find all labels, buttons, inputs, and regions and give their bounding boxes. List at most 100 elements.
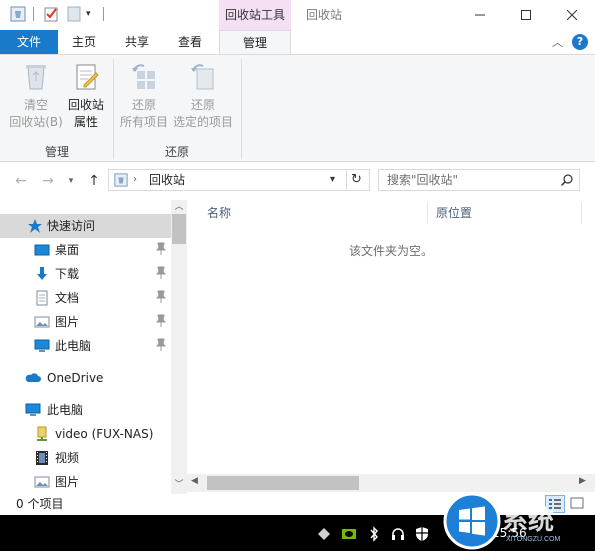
column-divider[interactable] (427, 202, 428, 224)
pictures-icon (34, 316, 50, 328)
collapse-ribbon-icon[interactable]: ︿ (552, 34, 563, 50)
nvidia-icon[interactable] (341, 526, 357, 542)
tab-home[interactable]: 主页 (64, 30, 104, 54)
headset-icon[interactable] (390, 526, 406, 542)
nav-pictures[interactable]: 图片 (0, 310, 171, 334)
restore-selected-label-1: 还原 (190, 98, 215, 112)
tray-diamond-icon[interactable] (316, 526, 332, 542)
column-header-name[interactable]: 名称 (207, 200, 231, 226)
properties-qa-icon[interactable] (43, 6, 59, 22)
restore-all-icon (132, 64, 155, 89)
properties-label-1: 回收站 (67, 98, 104, 112)
pin-icon[interactable] (155, 338, 167, 352)
help-icon[interactable]: ? (572, 34, 588, 50)
search-box[interactable] (378, 169, 580, 191)
ribbon-group-manage-label: 管理 (45, 145, 70, 159)
column-divider[interactable] (581, 202, 582, 224)
tab-share[interactable]: 共享 (117, 30, 157, 54)
column-header-original-location[interactable]: 原位置 (436, 200, 472, 226)
close-button[interactable] (549, 0, 595, 30)
document-icon (36, 290, 48, 306)
tab-manage[interactable]: 管理 (219, 30, 291, 54)
search-icon[interactable] (561, 174, 573, 186)
restore-selected-icon (191, 64, 214, 90)
scroll-right-arrow-icon[interactable]: ▶ (579, 476, 586, 486)
ribbon-tab-row: 文件 主页 共享 查看 管理 ︿ ? (0, 30, 595, 54)
computer-icon (25, 403, 41, 416)
maximize-button[interactable] (503, 0, 549, 30)
empty-recycle-bin-icon (26, 65, 46, 90)
scroll-down-arrow-icon[interactable]: ﹀ (171, 478, 187, 492)
maximize-icon (521, 10, 531, 20)
film-icon (36, 451, 48, 465)
nav-scroll-thumb[interactable] (172, 214, 186, 244)
taskbar: 15:56 系统 XITONGZU.COM (0, 492, 595, 551)
explorer-window: ▾ 回收站工具 回收站 文件 主页 共享 查看 管理 ︿ ? 清空 回收站(B)… (0, 0, 595, 515)
nav-desktop[interactable]: 桌面 (0, 238, 171, 262)
ribbon-group-separator (113, 59, 114, 159)
nav-onedrive[interactable]: OneDrive (0, 366, 171, 390)
nav-quick-access[interactable]: 快速访问 (0, 214, 171, 238)
minimize-icon (475, 14, 485, 16)
empty-folder-message: 该文件夹为空。 (348, 244, 433, 258)
nav-pictures-pc[interactable]: 图片 (0, 470, 171, 494)
minimize-button[interactable] (457, 0, 503, 30)
breadcrumb-chevron-icon[interactable]: › (133, 170, 137, 190)
address-bar[interactable]: › 回收站 ▾ ↻ (108, 169, 370, 191)
title-bar: ▾ 回收站工具 回收站 (0, 0, 595, 30)
new-folder-qa-icon[interactable] (66, 6, 82, 22)
nav-label: OneDrive (47, 371, 104, 385)
nav-downloads[interactable]: 下载 (0, 262, 171, 286)
empty-bin-label-2: 回收站(B) (9, 115, 63, 129)
recycle-bin-properties-button[interactable]: 回收站 属性 (64, 61, 108, 131)
svg-text:系统: 系统 (502, 505, 554, 535)
address-dropdown-icon[interactable]: ▾ (330, 170, 335, 190)
download-arrow-icon (37, 267, 47, 280)
up-arrow-icon[interactable]: ↑ (86, 173, 102, 189)
pin-icon[interactable] (155, 314, 167, 328)
nav-vertical-scrollbar[interactable]: ︿ ﹀ (171, 200, 187, 494)
bluetooth-icon[interactable] (366, 526, 382, 542)
customize-qa-dropdown-icon[interactable]: ▾ (86, 6, 91, 22)
context-tab-title: 回收站工具 (219, 0, 291, 30)
content-scroll-thumb[interactable] (207, 476, 359, 490)
nav-documents[interactable]: 文档 (0, 286, 171, 310)
tab-file[interactable]: 文件 (0, 30, 58, 54)
breadcrumb-recycle-bin[interactable]: 回收站 (149, 170, 185, 190)
nav-label: 图片 (55, 475, 80, 489)
forward-arrow-icon[interactable]: → (40, 173, 56, 189)
scroll-left-arrow-icon[interactable]: ◀ (191, 476, 198, 486)
nav-label: 此电脑 (55, 339, 92, 353)
pin-icon[interactable] (155, 266, 167, 280)
restore-all-items-button[interactable]: 还原 所有项目 (118, 61, 170, 131)
recycle-bin-app-icon[interactable] (10, 6, 26, 22)
svg-text:XITONGZU.COM: XITONGZU.COM (506, 536, 560, 543)
defender-shield-icon[interactable] (414, 526, 430, 542)
recent-locations-dropdown-icon[interactable]: ▾ (63, 173, 79, 189)
nav-label: 下载 (55, 267, 80, 281)
pin-icon[interactable] (155, 242, 167, 256)
recycle-bin-location-icon (114, 173, 128, 187)
tab-view[interactable]: 查看 (170, 30, 210, 54)
nav-this-pc[interactable]: 此电脑 (0, 398, 171, 422)
nav-videos[interactable]: 视频 (0, 446, 171, 470)
back-arrow-icon[interactable]: ← (13, 173, 29, 189)
nav-this-pc-pinned[interactable]: 此电脑 (0, 334, 171, 358)
ribbon-panel: 清空 回收站(B) 回收站 属性 还原 所有项目 还原 选定的项目 管理 还原 (0, 54, 595, 162)
restore-selected-items-button[interactable]: 还原 选定的项目 (172, 61, 234, 131)
refresh-icon[interactable]: ↻ (351, 170, 362, 190)
pin-icon[interactable] (155, 290, 167, 304)
onedrive-cloud-icon (25, 373, 41, 382)
qa-separator (33, 7, 34, 21)
scroll-up-arrow-icon[interactable]: ︿ (171, 200, 187, 214)
restore-all-label-1: 还原 (131, 98, 156, 112)
search-input[interactable] (387, 170, 557, 190)
network-drive-icon (37, 426, 47, 441)
address-row: ← → ▾ ↑ › 回收站 ▾ ↻ (0, 162, 595, 200)
empty-recycle-bin-button[interactable]: 清空 回收站(B) (8, 61, 64, 131)
restore-selected-label-2: 选定的项目 (172, 115, 233, 129)
nav-video-nas[interactable]: video (FUX-NAS) (0, 422, 171, 446)
properties-label-2: 属性 (73, 115, 98, 129)
empty-bin-label-1: 清空 (23, 98, 48, 112)
address-divider (346, 170, 347, 190)
